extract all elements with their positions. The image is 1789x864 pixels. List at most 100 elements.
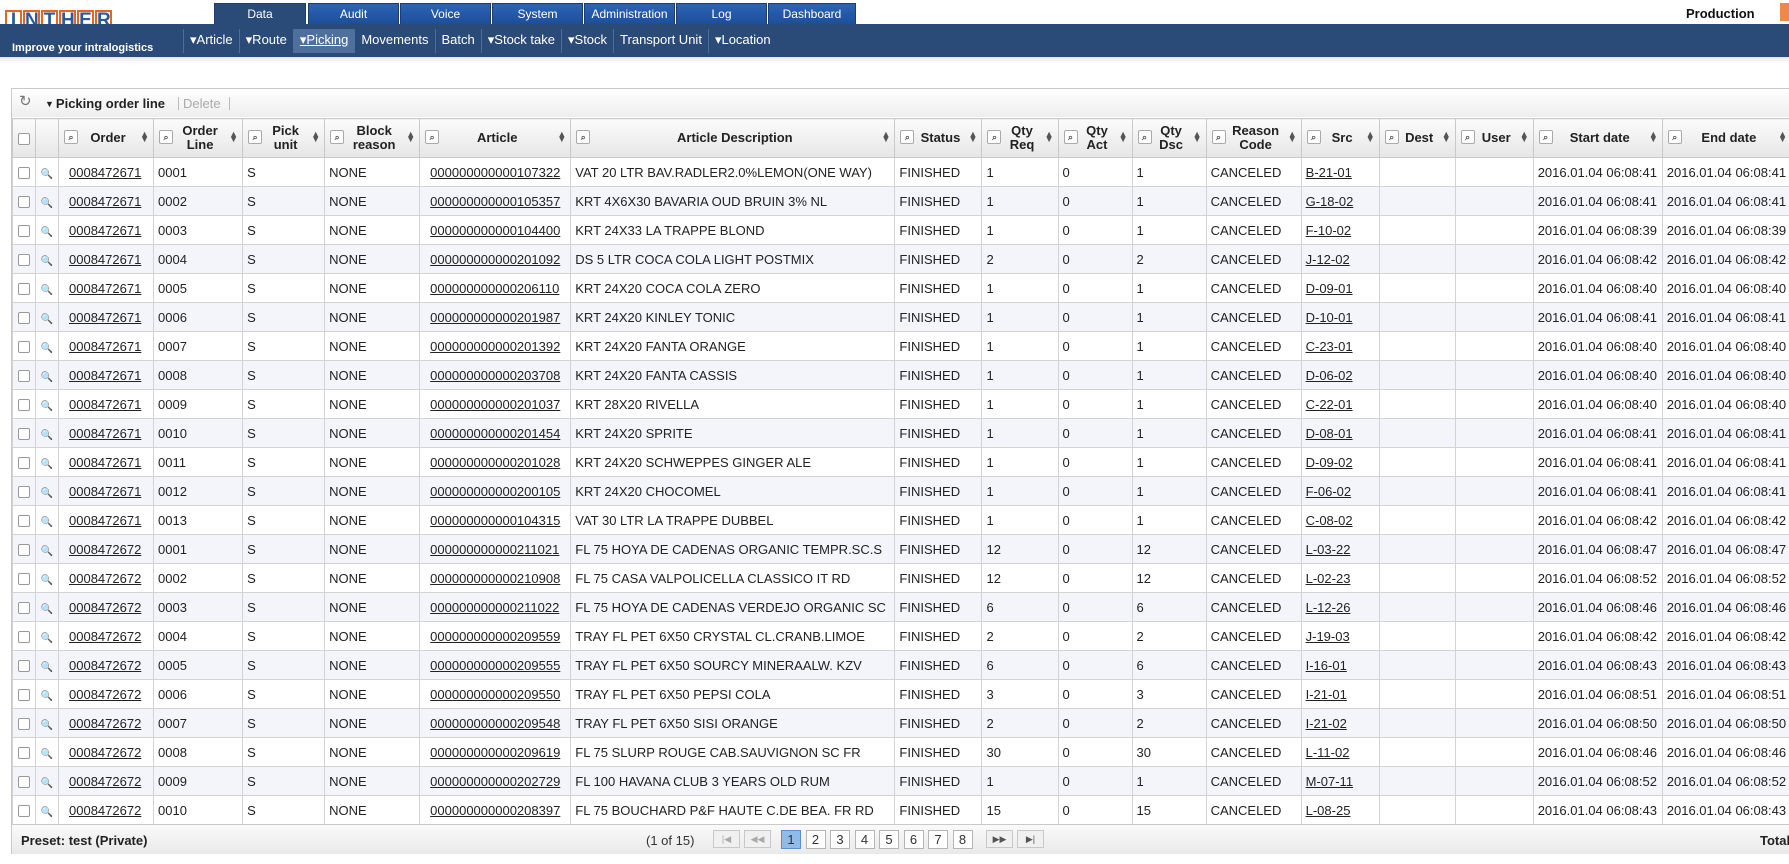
page-button-6[interactable]: 6: [903, 830, 924, 849]
previous-page-icon[interactable]: ◀◀: [744, 830, 771, 848]
column-header-start-date[interactable]: ⌕ Start date ▲ ▼: [1532, 118, 1663, 158]
row-checkbox[interactable]: [18, 254, 30, 267]
cell-src[interactable]: D-09-02: [1300, 447, 1380, 477]
select-all-checkbox[interactable]: [18, 132, 30, 145]
row-view-cell[interactable]: 🔍: [35, 447, 59, 477]
column-filter-icon[interactable]: ⌕: [1063, 130, 1078, 144]
page-button-3[interactable]: 3: [830, 830, 850, 849]
cell-src[interactable]: C-23-01: [1300, 331, 1380, 361]
cell-order[interactable]: 0008472672: [57, 708, 155, 738]
column-header-end-date[interactable]: ⌕ End date ▲ ▼: [1661, 118, 1789, 158]
cell-article[interactable]: 000000000000209619: [419, 737, 572, 767]
tab-voice[interactable]: Voice: [400, 3, 491, 25]
cell-article[interactable]: 000000000000203708: [419, 360, 572, 390]
table-row[interactable]: 🔍 0008472671 0009 S NONE 000000000000201037 KR…: [12, 389, 1789, 419]
view-details-icon[interactable]: 🔍: [41, 691, 53, 702]
view-details-icon[interactable]: 🔍: [41, 401, 53, 412]
row-checkbox[interactable]: [18, 399, 30, 412]
submenu-item-route[interactable]: ▾Route: [238, 29, 293, 53]
row-view-cell[interactable]: 🔍: [35, 650, 59, 680]
page-button-8[interactable]: 8: [952, 830, 973, 849]
cell-order[interactable]: 0008472672: [57, 766, 155, 796]
cell-src[interactable]: C-22-01: [1300, 389, 1380, 419]
row-checkbox[interactable]: [18, 196, 30, 209]
sort-icon[interactable]: ▲ ▼: [1193, 130, 1202, 144]
cell-src[interactable]: D-06-02: [1300, 360, 1380, 390]
cell-src[interactable]: I-21-02: [1300, 708, 1380, 738]
table-row[interactable]: 🔍 0008472671 0008 S NONE 000000000000203708 KR…: [12, 360, 1789, 390]
cell-src[interactable]: L-03-22: [1300, 534, 1380, 564]
table-row[interactable]: 🔍 0008472672 0010 S NONE 000000000000208397 FL…: [12, 795, 1789, 825]
view-details-icon[interactable]: 🔍: [41, 517, 53, 528]
sort-icon[interactable]: ▲ ▼: [311, 130, 320, 144]
cell-src[interactable]: B-21-01: [1300, 157, 1380, 187]
row-checkbox[interactable]: [18, 283, 30, 296]
row-select-cell[interactable]: [12, 418, 36, 448]
cell-article[interactable]: 000000000000200105: [419, 476, 572, 506]
cell-src[interactable]: J-12-02: [1300, 244, 1380, 274]
table-row[interactable]: 🔍 0008472671 0003 S NONE 000000000000104400 KR…: [12, 215, 1789, 245]
page-button-2[interactable]: 2: [805, 830, 826, 849]
row-checkbox[interactable]: [18, 718, 30, 731]
row-select-cell[interactable]: [12, 534, 36, 564]
row-select-cell[interactable]: [12, 302, 36, 332]
row-view-cell[interactable]: 🔍: [35, 795, 59, 825]
view-details-icon[interactable]: 🔍: [41, 198, 53, 209]
view-details-icon[interactable]: 🔍: [41, 314, 53, 325]
row-checkbox[interactable]: [18, 544, 30, 557]
sort-icon[interactable]: ▲ ▼: [1649, 130, 1658, 144]
cell-article[interactable]: 000000000000202729: [419, 766, 572, 796]
view-details-icon[interactable]: 🔍: [41, 604, 53, 615]
row-checkbox[interactable]: [18, 225, 30, 238]
column-filter-icon[interactable]: ⌕: [248, 130, 263, 144]
submenu-item-stock-take[interactable]: ▾Stock take: [480, 29, 561, 53]
column-filter-icon[interactable]: ⌕: [900, 130, 915, 144]
cell-article[interactable]: 000000000000209548: [419, 708, 572, 738]
view-details-icon[interactable]: 🔍: [41, 285, 53, 296]
row-select-cell[interactable]: [12, 447, 36, 477]
table-row[interactable]: 🔍 0008472671 0012 S NONE 000000000000200105 KR…: [12, 476, 1789, 506]
row-select-cell[interactable]: [12, 476, 36, 506]
row-view-cell[interactable]: 🔍: [35, 592, 59, 622]
panel-title-menu[interactable]: ▼ Picking order line: [45, 96, 165, 111]
row-view-cell[interactable]: 🔍: [35, 505, 59, 535]
column-filter-icon[interactable]: ⌕: [159, 130, 174, 144]
row-select-cell[interactable]: [12, 795, 36, 825]
row-checkbox[interactable]: [18, 167, 30, 180]
cell-article[interactable]: 000000000000210908: [419, 563, 572, 593]
cell-src[interactable]: M-07-11: [1300, 766, 1380, 796]
sort-icon[interactable]: ▲ ▼: [1366, 130, 1375, 144]
row-checkbox[interactable]: [18, 457, 30, 470]
cell-article[interactable]: 000000000000105357: [419, 186, 572, 216]
column-filter-icon[interactable]: ⌕: [425, 130, 440, 144]
column-header-order[interactable]: ⌕ Order ▲ ▼: [57, 118, 155, 158]
cell-article[interactable]: 000000000000201092: [419, 244, 572, 274]
column-header-reason-code[interactable]: ⌕ Reason Code ▲ ▼: [1205, 118, 1302, 158]
submenu-item-transport-unit[interactable]: Transport Unit: [613, 29, 708, 53]
page-button-5[interactable]: 5: [879, 830, 899, 849]
row-checkbox[interactable]: [18, 428, 30, 441]
row-select-cell[interactable]: [12, 621, 36, 651]
cell-order[interactable]: 0008472671: [57, 215, 155, 245]
row-checkbox[interactable]: [18, 689, 30, 702]
row-select-cell[interactable]: [12, 679, 36, 709]
row-checkbox[interactable]: [18, 341, 30, 354]
row-view-cell[interactable]: 🔍: [35, 157, 59, 187]
cell-src[interactable]: J-19-03: [1300, 621, 1380, 651]
row-view-cell[interactable]: 🔍: [35, 737, 59, 767]
tab-dashboard[interactable]: Dashboard: [768, 3, 856, 25]
view-details-icon[interactable]: 🔍: [41, 459, 53, 470]
row-view-cell[interactable]: 🔍: [35, 708, 59, 738]
cell-order[interactable]: 0008472671: [57, 418, 155, 448]
cell-article[interactable]: 000000000000206110: [419, 273, 572, 303]
row-select-cell[interactable]: [12, 708, 36, 738]
row-view-cell[interactable]: 🔍: [35, 186, 59, 216]
cell-src[interactable]: G-18-02: [1300, 186, 1380, 216]
column-filter-icon[interactable]: ⌕: [576, 130, 591, 144]
cell-article[interactable]: 000000000000201987: [419, 302, 572, 332]
view-details-icon[interactable]: 🔍: [41, 169, 53, 180]
column-header-status[interactable]: ⌕ Status ▲ ▼: [894, 118, 983, 158]
submenu-item-stock[interactable]: ▾Stock: [561, 29, 613, 53]
cell-article[interactable]: 000000000000208397: [419, 795, 572, 825]
cell-article[interactable]: 000000000000209559: [419, 621, 572, 651]
